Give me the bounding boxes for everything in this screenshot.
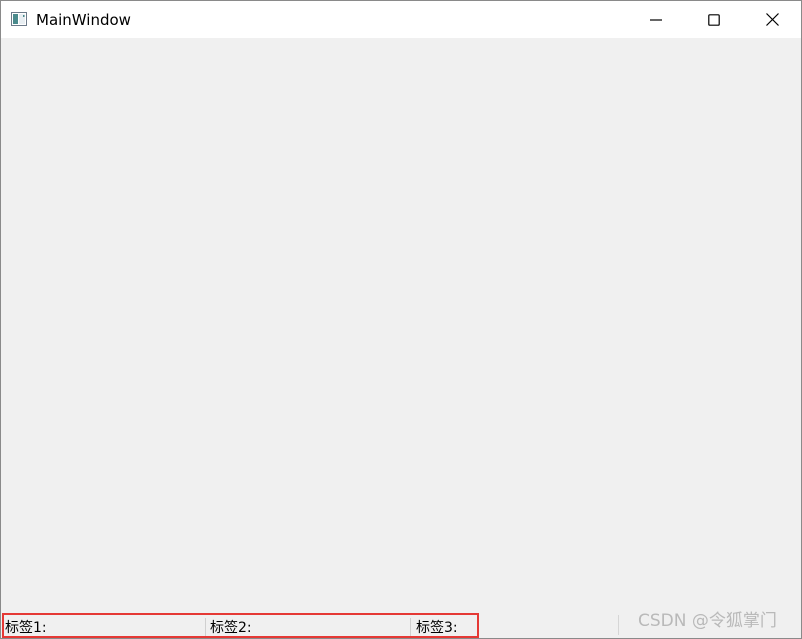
- maximize-icon: [708, 13, 720, 26]
- central-widget: [1, 38, 801, 609]
- status-label-1: 标签1:: [5, 620, 47, 636]
- maximize-button[interactable]: [685, 1, 743, 38]
- title-bar[interactable]: MainWindow: [1, 1, 801, 38]
- status-separator: [410, 618, 411, 636]
- close-icon: [765, 13, 779, 26]
- minimize-icon: [650, 18, 662, 21]
- close-button[interactable]: [743, 1, 801, 38]
- status-label-2: 标签2:: [210, 620, 252, 636]
- status-separator: [205, 618, 206, 636]
- watermark-text: CSDN @令狐掌门: [638, 611, 777, 631]
- main-window: MainWindow 标签1: 标签2: 标签3: CSDN @令狐掌门: [0, 0, 802, 639]
- app-window-icon: [11, 12, 27, 26]
- minimize-button[interactable]: [627, 1, 685, 38]
- window-title: MainWindow: [36, 11, 131, 29]
- watermark-separator: [618, 615, 619, 635]
- status-label-3: 标签3:: [416, 620, 458, 636]
